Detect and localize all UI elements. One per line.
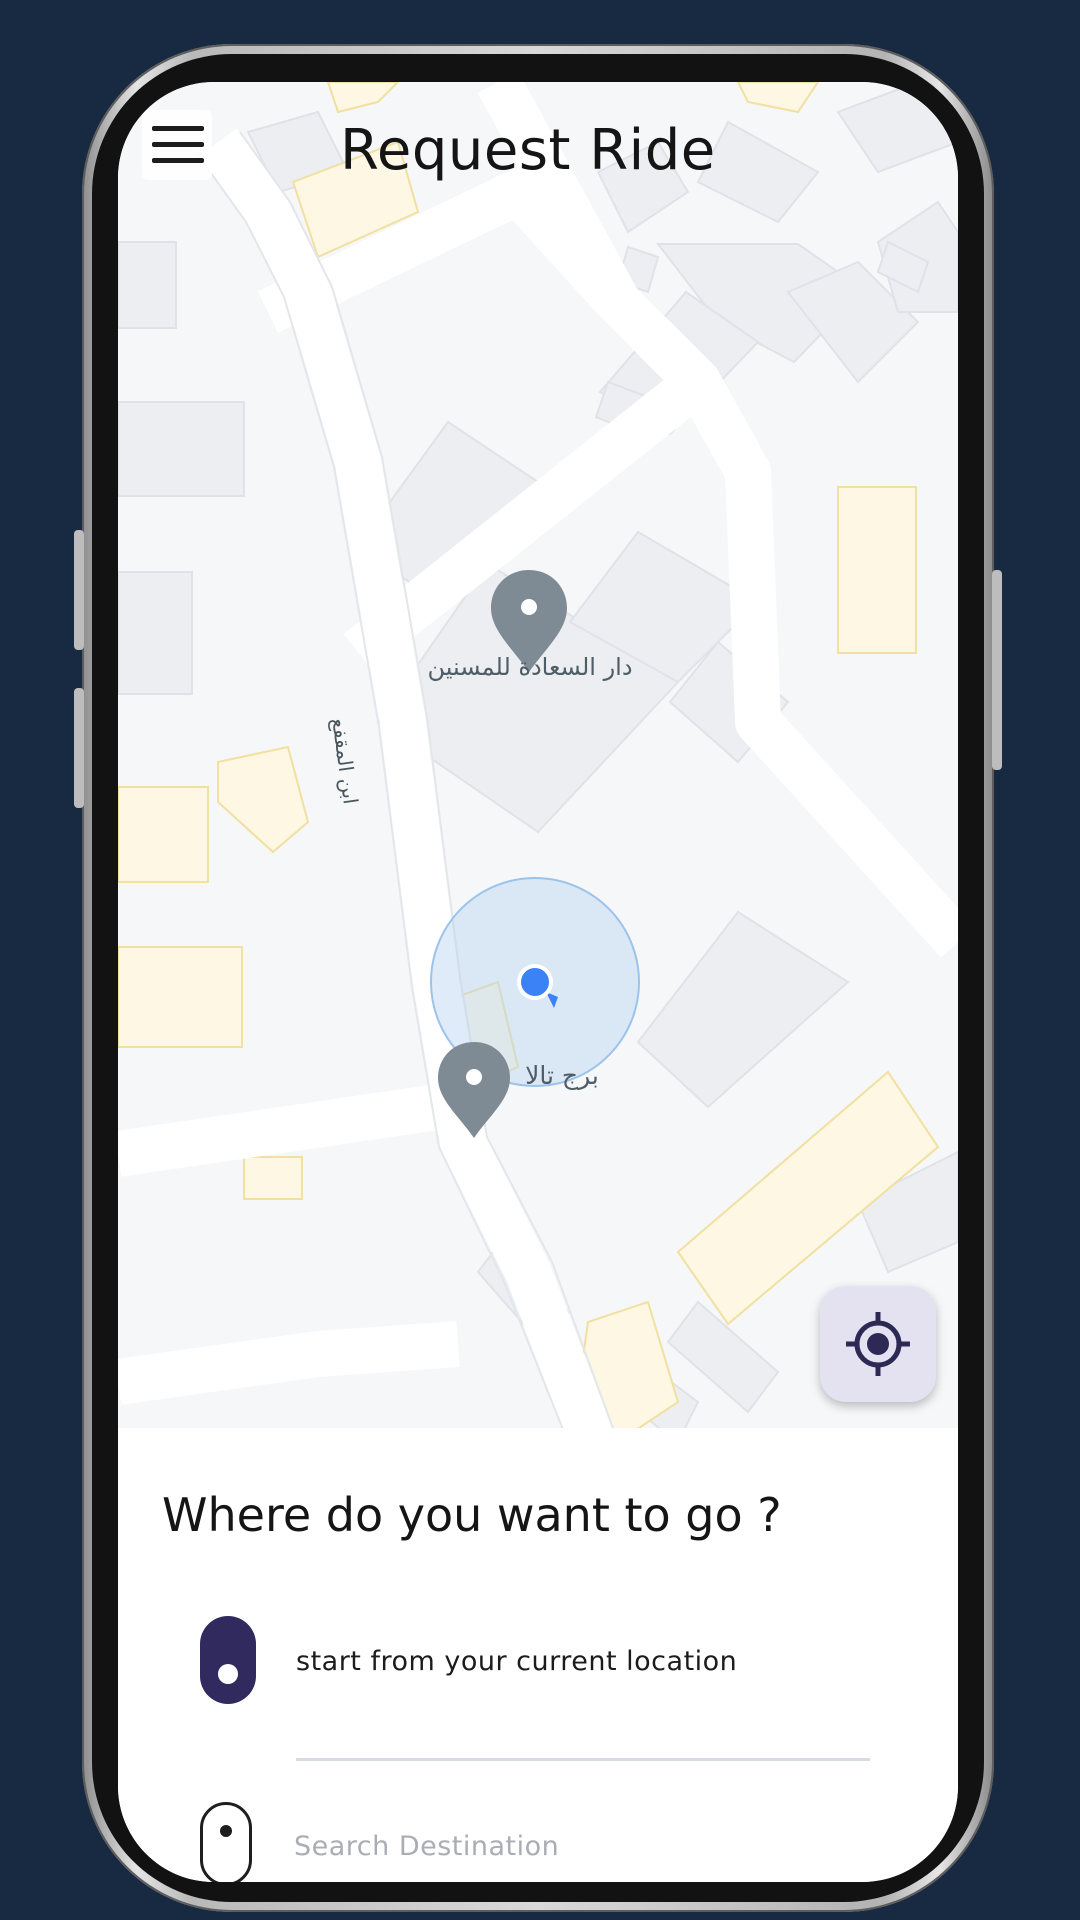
sheet-title: Where do you want to go ? [162, 1488, 782, 1542]
start-location-icon [200, 1616, 256, 1704]
phone-side-button [74, 530, 84, 650]
map-canvas[interactable]: دار السعادة للمسنين برج تالا ابن المقفع [118, 82, 958, 1442]
map-place-label: دار السعادة للمسنين [427, 653, 632, 681]
current-location-marker [517, 964, 553, 1000]
divider [296, 1758, 870, 1761]
menu-icon [152, 142, 204, 147]
map-view[interactable]: دار السعادة للمسنين برج تالا ابن المقفع [118, 82, 958, 1442]
destination-icon [200, 1802, 252, 1882]
my-location-icon [846, 1312, 910, 1376]
page-title: Request Ride [340, 118, 716, 183]
menu-icon [152, 126, 204, 131]
menu-button[interactable] [142, 110, 212, 180]
start-location-option[interactable]: start from your current location [296, 1646, 737, 1677]
phone-power-button [992, 570, 1002, 770]
app-screen: دار السعادة للمسنين برج تالا ابن المقفع … [118, 82, 958, 1882]
menu-icon [152, 158, 204, 163]
map-place-label: برج تالا [525, 1061, 599, 1091]
phone-side-button [74, 688, 84, 808]
destination-sheet: Where do you want to go ? start from you… [118, 1428, 958, 1882]
search-destination-input[interactable] [294, 1824, 854, 1868]
locate-me-button[interactable] [820, 1286, 936, 1402]
